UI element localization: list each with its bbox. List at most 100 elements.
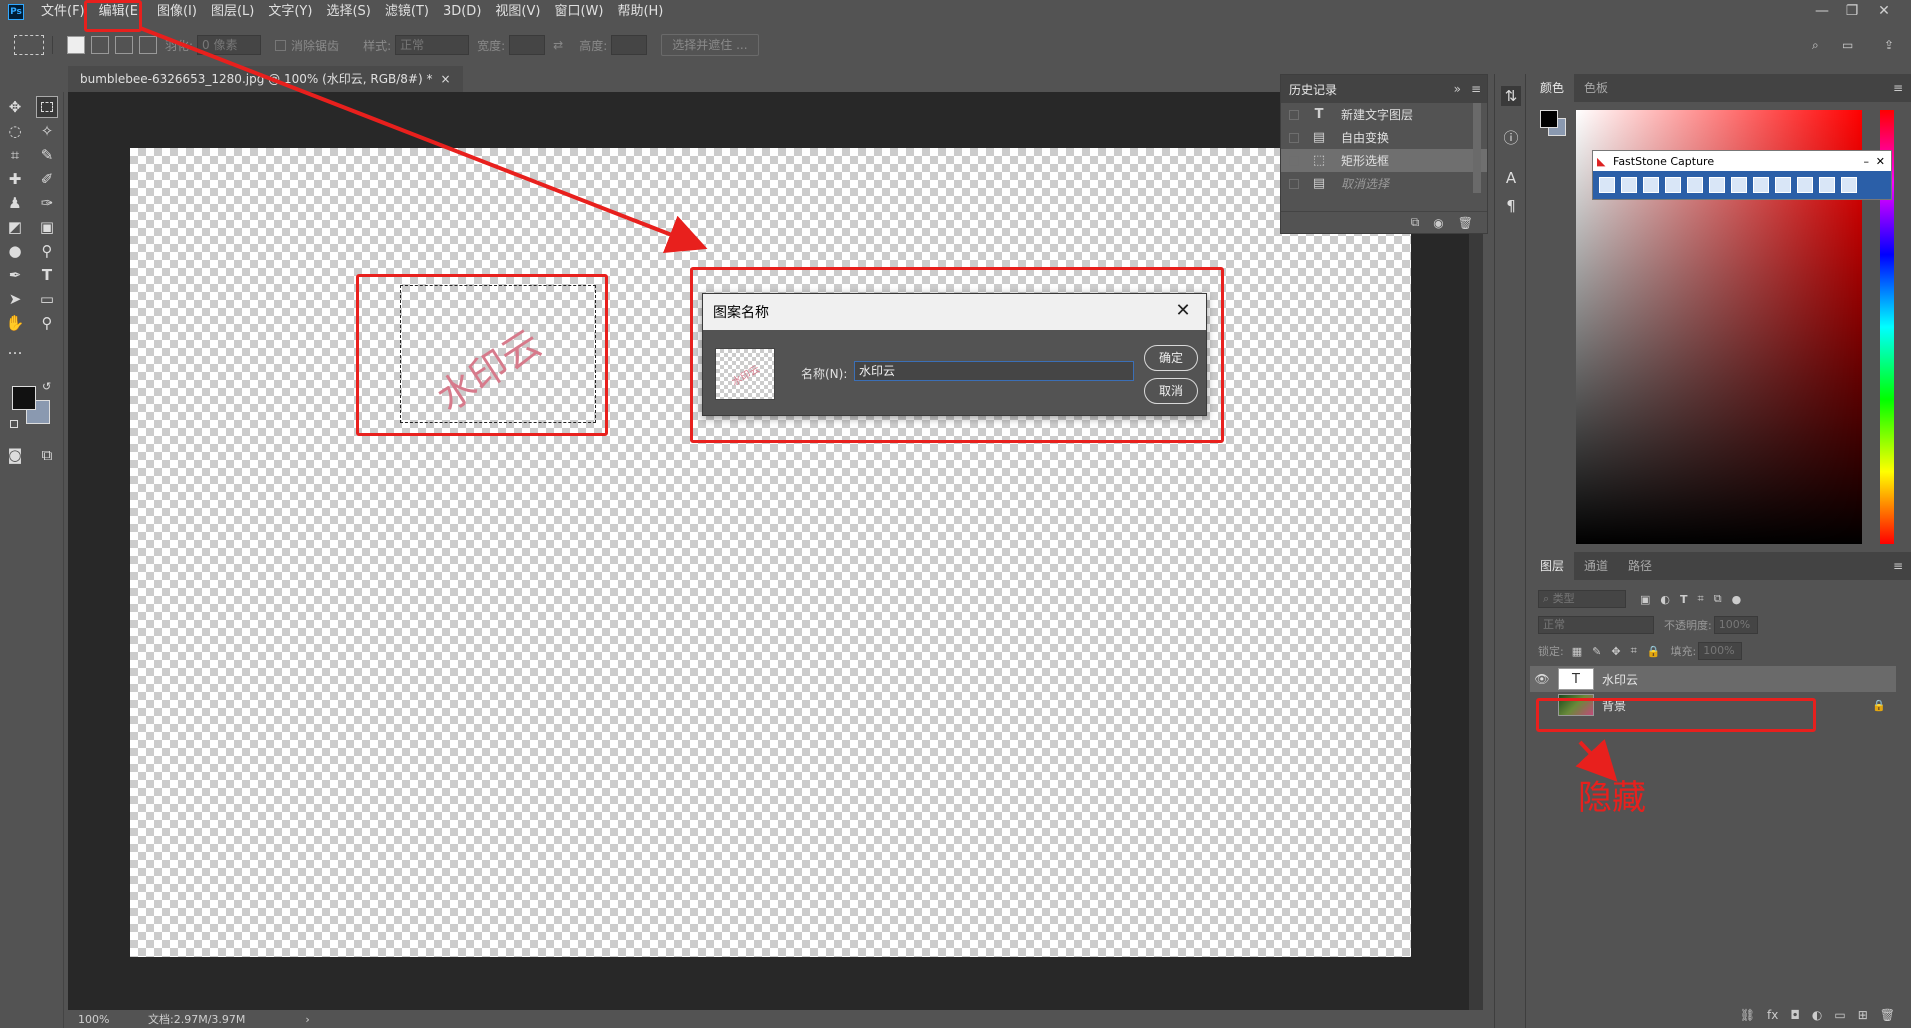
tab-layers[interactable]: 图层	[1530, 552, 1575, 580]
settings-icon[interactable]	[1841, 177, 1857, 193]
path-selection-tool-icon[interactable]: ➤	[4, 288, 26, 310]
blur-tool-icon[interactable]: ●	[4, 240, 26, 262]
history-checkbox[interactable]	[1289, 109, 1299, 120]
tab-channels[interactable]: 通道	[1574, 552, 1618, 580]
more-tools-icon[interactable]: …	[4, 338, 26, 360]
magic-wand-tool-icon[interactable]: ✧	[36, 120, 58, 142]
menu-filter[interactable]: 滤镜(T)	[378, 0, 436, 24]
new-group-icon[interactable]: ▭	[1834, 1008, 1845, 1022]
menu-window[interactable]: 窗口(W)	[547, 0, 610, 24]
filter-shape-icon[interactable]: ⌗	[1698, 592, 1704, 606]
blend-mode-select[interactable]: 正常	[1538, 616, 1654, 634]
capture-fixed-icon[interactable]	[1753, 177, 1769, 193]
trash-icon[interactable]: 🗑	[1458, 216, 1473, 230]
pattern-name-input[interactable]: 水印云	[854, 361, 1134, 381]
status-arrow-icon[interactable]: ›	[305, 1013, 309, 1026]
panel-menu-icon[interactable]: ≡	[1893, 559, 1903, 573]
filter-text-icon[interactable]: T	[1680, 593, 1688, 606]
capture-object-icon[interactable]	[1643, 177, 1659, 193]
restore-icon[interactable]: ❐	[1838, 0, 1866, 22]
eraser-tool-icon[interactable]: ◩	[4, 216, 26, 238]
feather-input[interactable]: 0 像素	[197, 35, 262, 55]
rect-marquee-tool-icon[interactable]	[36, 96, 58, 118]
ruler-icon[interactable]	[1797, 177, 1813, 193]
marquee-tool-preset-icon[interactable]	[14, 35, 44, 55]
panel-menu-icon[interactable]: ≡	[1893, 81, 1903, 95]
layer-filter-select[interactable]: ⌕ 类型	[1538, 590, 1626, 608]
move-tool-icon[interactable]: ✥	[4, 96, 26, 118]
tab-color[interactable]: 颜色	[1530, 74, 1575, 102]
menu-image[interactable]: 图像(I)	[150, 0, 204, 24]
swap-icon[interactable]: ⇄	[553, 38, 563, 52]
healing-brush-tool-icon[interactable]: ✚	[4, 168, 26, 190]
rectangle-shape-tool-icon[interactable]: ▭	[36, 288, 58, 310]
faststone-close-icon[interactable]: ✕	[1876, 155, 1885, 168]
workspace-icon[interactable]: ▭	[1842, 38, 1853, 52]
menu-select[interactable]: 选择(S)	[319, 0, 377, 24]
history-scrollbar[interactable]	[1473, 103, 1481, 193]
capture-rect-icon[interactable]	[1665, 177, 1681, 193]
history-brush-tool-icon[interactable]: ✑	[36, 192, 58, 214]
menu-view[interactable]: 视图(V)	[488, 0, 547, 24]
lock-artboard-icon[interactable]: ⌗	[1631, 644, 1637, 658]
color-picker-icon[interactable]	[1775, 177, 1791, 193]
delete-layer-icon[interactable]: 🗑	[1880, 1008, 1895, 1022]
swap-colors-icon[interactable]: ↺	[42, 380, 51, 393]
quick-mask-icon[interactable]: ◙	[4, 444, 26, 466]
add-mask-icon[interactable]: ◘	[1790, 1008, 1800, 1022]
new-layer-icon[interactable]: ⊞	[1858, 1008, 1868, 1022]
add-selection-icon[interactable]	[91, 36, 109, 54]
subtract-selection-icon[interactable]	[115, 36, 133, 54]
clone-stamp-tool-icon[interactable]: ♟	[4, 192, 26, 214]
height-input[interactable]	[611, 35, 648, 55]
pen-tool-icon[interactable]: ✒	[4, 264, 26, 286]
snapshot-icon[interactable]: ◉	[1433, 216, 1443, 230]
select-and-mask-button[interactable]: 选择并遮住 ...	[661, 34, 759, 56]
link-layers-icon[interactable]: ⛓	[1740, 1008, 1755, 1022]
menu-file[interactable]: 文件(F)	[34, 0, 92, 24]
menu-edit[interactable]: 编辑(E)	[92, 0, 150, 24]
lock-transparent-icon[interactable]: ▦	[1572, 645, 1582, 658]
brush-tool-icon[interactable]: ✐	[36, 168, 58, 190]
collapse-icon[interactable]: »	[1454, 82, 1461, 96]
filter-adjust-icon[interactable]: ◐	[1660, 593, 1670, 606]
document-canvas[interactable]: 水印云	[130, 148, 1411, 957]
capture-scroll-icon[interactable]	[1731, 177, 1747, 193]
tab-swatches[interactable]: 色板	[1574, 74, 1618, 102]
screen-mode-icon[interactable]: ⧉	[36, 444, 58, 466]
width-input[interactable]	[509, 35, 546, 55]
share-icon[interactable]: ⇪	[1884, 38, 1894, 52]
menu-help[interactable]: 帮助(H)	[610, 0, 670, 24]
history-item[interactable]: ▤ 取消选择	[1281, 172, 1487, 195]
layer-row[interactable]: 👁 T 水印云	[1530, 666, 1896, 692]
fill-input[interactable]: 100%	[1698, 642, 1743, 660]
filter-toggle-icon[interactable]: ●	[1732, 593, 1742, 606]
menu-type[interactable]: 文字(Y)	[261, 0, 319, 24]
lock-all-icon[interactable]: 🔒	[1647, 645, 1661, 658]
search-icon[interactable]: ⌕	[1812, 38, 1819, 53]
menu-layer[interactable]: 图层(L)	[204, 0, 261, 24]
panel-menu-icon[interactable]: ≡	[1471, 82, 1481, 96]
type-tool-icon[interactable]: T	[36, 264, 58, 286]
filter-pixel-icon[interactable]: ▣	[1640, 593, 1650, 606]
history-dock-icon[interactable]: ⇅	[1501, 86, 1521, 106]
adjustment-layer-icon[interactable]: ◐	[1812, 1008, 1822, 1022]
lock-image-icon[interactable]: ✎	[1592, 645, 1601, 658]
menu-3d[interactable]: 3D(D)	[436, 0, 488, 24]
close-icon[interactable]: ✕	[1172, 300, 1194, 322]
eyedropper-tool-icon[interactable]: ✎	[36, 144, 58, 166]
history-checkbox[interactable]	[1289, 178, 1299, 189]
foreground-color-swatch[interactable]	[12, 386, 36, 410]
capture-fullscreen-icon[interactable]	[1709, 177, 1725, 193]
new-document-from-state-icon[interactable]: ⧉	[1411, 215, 1420, 230]
crop-tool-icon[interactable]: ⌗	[4, 144, 26, 166]
history-title[interactable]: 历史记录	[1289, 81, 1337, 98]
opacity-input[interactable]: 100%	[1713, 616, 1758, 634]
minimize-icon[interactable]: —	[1808, 0, 1836, 22]
paragraph-icon[interactable]: ¶	[1501, 196, 1521, 216]
layer-row[interactable]: 背景 🔒	[1530, 692, 1896, 718]
zoom-tool-icon[interactable]: ⚲	[36, 312, 58, 334]
character-icon[interactable]: A	[1501, 168, 1521, 188]
default-colors-icon[interactable]	[10, 420, 18, 428]
open-icon[interactable]	[1599, 177, 1615, 193]
